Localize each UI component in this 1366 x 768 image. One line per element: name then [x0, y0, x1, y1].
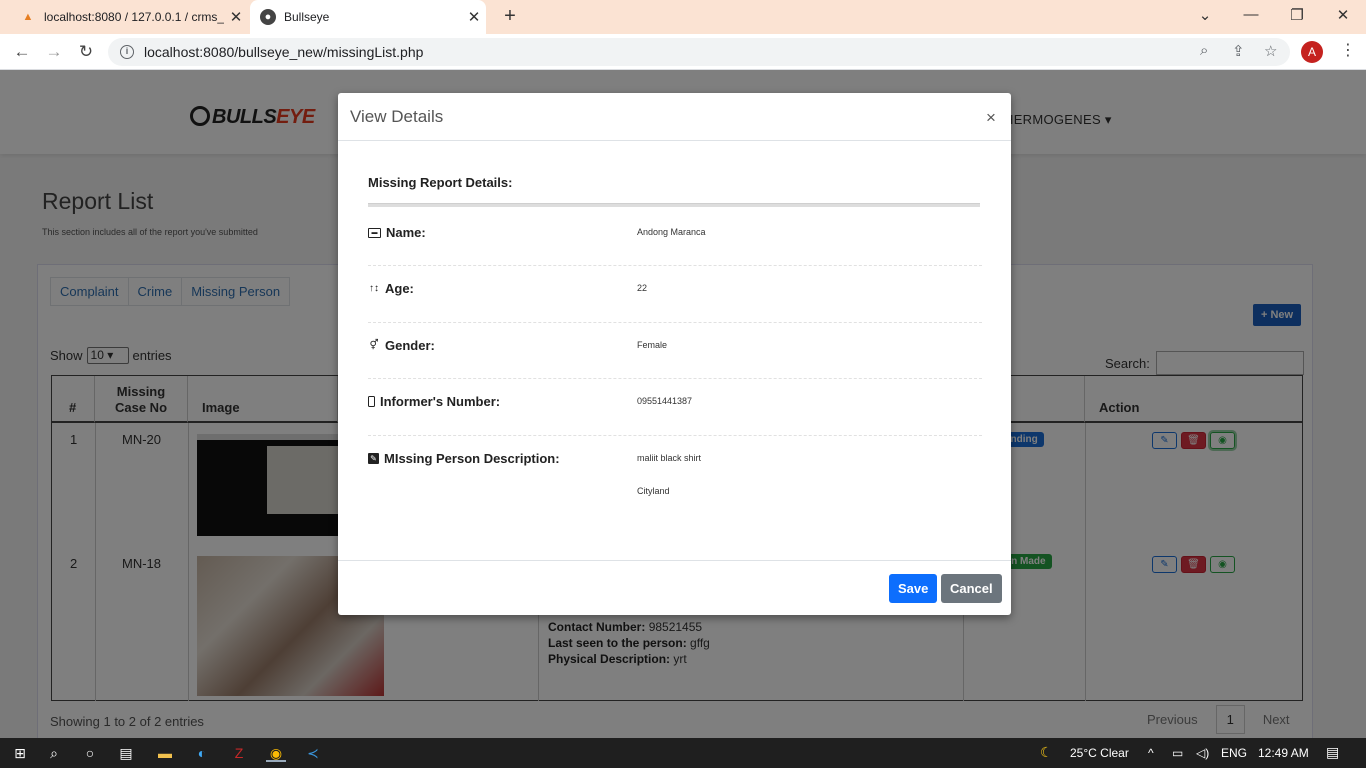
- detail-value: maliit black shirt: [637, 453, 702, 463]
- detail-value: 22: [637, 283, 648, 293]
- detail-value: Female: [637, 340, 668, 350]
- detail-row-gender: ⚥ Gender: Female: [368, 338, 982, 379]
- windows-taskbar: ⊞ ⌕ ○ ▤ ▬ ◐ Z ◉ ≺ ☾ 25°C Clear ^ ▭ ◁) EN…: [0, 738, 1366, 768]
- section-title: Missing Report Details:: [368, 175, 513, 190]
- battery-icon[interactable]: ▭: [1172, 746, 1183, 760]
- cancel-button[interactable]: Cancel: [941, 574, 1002, 603]
- windows-start-icon[interactable]: ⊞: [10, 744, 30, 762]
- new-tab-button[interactable]: +: [498, 5, 522, 28]
- detail-row-description: ✎ MIssing Person Description: maliit blac…: [368, 451, 982, 511]
- tab-title: Bullseye: [284, 10, 330, 24]
- maximize-button[interactable]: ❐: [1282, 6, 1312, 24]
- modal-title: View Details: [350, 107, 444, 126]
- close-icon[interactable]: ✕: [462, 8, 486, 26]
- detail-value: 09551441387: [637, 396, 693, 406]
- view-details-modal: View Details × Missing Report Details: ▬…: [338, 93, 1011, 615]
- file-explorer-icon[interactable]: ▬: [155, 744, 175, 762]
- sort-numeric-icon: ↑↕: [369, 282, 379, 294]
- detail-row-age: ↑↕ Age: 22: [368, 281, 982, 323]
- browser-toolbar: ← → ↻ i localhost:8080/bullseye_new/miss…: [0, 34, 1366, 70]
- url-text: localhost:8080/bullseye_new/missingList.…: [144, 44, 424, 60]
- edge-icon[interactable]: ◐: [192, 744, 212, 762]
- volume-icon[interactable]: ◁): [1196, 746, 1209, 760]
- zoom-icon[interactable]: ⌕: [1200, 42, 1208, 59]
- clock[interactable]: 12:49 AM: [1258, 746, 1309, 760]
- detail-row-name: ▬ Name: Andong Maranca: [368, 225, 982, 266]
- notifications-icon[interactable]: ▤: [1326, 744, 1339, 761]
- close-icon[interactable]: ×: [986, 108, 996, 128]
- filezilla-icon[interactable]: Z: [229, 744, 249, 762]
- tab-search-icon[interactable]: ⌄: [1190, 6, 1220, 24]
- globe-icon: ●: [260, 9, 276, 25]
- save-button[interactable]: Save: [889, 574, 938, 603]
- share-icon[interactable]: ⇪: [1232, 42, 1245, 60]
- task-view-icon[interactable]: ▤: [116, 744, 136, 762]
- browser-tab-strip: ▲ localhost:8080 / 127.0.0.1 / crms_ ✕ ●…: [0, 0, 1366, 34]
- venus-mars-icon: ⚥: [369, 339, 379, 351]
- cortana-icon[interactable]: ○: [80, 744, 100, 762]
- back-icon[interactable]: ←: [10, 40, 34, 64]
- id-card-icon: ▬: [368, 227, 381, 238]
- section-divider: [368, 203, 980, 207]
- detail-row-informer-number: Informer's Number: 09551441387: [368, 394, 982, 436]
- detail-value: Andong Maranca: [637, 227, 706, 237]
- tab-title: localhost:8080 / 127.0.0.1 / crms_: [44, 10, 224, 24]
- reload-icon[interactable]: ↻: [74, 40, 98, 64]
- browser-menu-icon[interactable]: ⋮: [1340, 40, 1356, 60]
- info-icon[interactable]: i: [120, 45, 134, 59]
- tray-chevron-icon[interactable]: ^: [1148, 746, 1154, 760]
- weather-text[interactable]: 25°C Clear: [1070, 746, 1129, 760]
- chrome-icon[interactable]: ◉: [266, 744, 286, 762]
- modal-footer: Save Cancel: [338, 560, 1011, 615]
- bookmark-star-icon[interactable]: ☆: [1264, 42, 1277, 60]
- mobile-phone-icon: [368, 396, 375, 407]
- browser-tab-bullseye[interactable]: ● Bullseye ✕: [250, 0, 486, 34]
- vscode-icon[interactable]: ≺: [303, 744, 323, 762]
- moon-icon: ☾: [1040, 744, 1053, 760]
- language-indicator[interactable]: ENG: [1221, 746, 1247, 760]
- modal-header: View Details ×: [338, 93, 1011, 141]
- forward-icon[interactable]: →: [42, 40, 66, 64]
- edit-square-icon: ✎: [368, 453, 379, 464]
- minimize-button[interactable]: —: [1236, 6, 1266, 23]
- close-icon[interactable]: ✕: [224, 8, 248, 26]
- detail-value-location: Cityland: [637, 486, 670, 496]
- address-bar[interactable]: i localhost:8080/bullseye_new/missingLis…: [108, 38, 1290, 66]
- profile-avatar[interactable]: A: [1301, 41, 1323, 63]
- search-icon[interactable]: ⌕: [44, 744, 64, 762]
- window-close-button[interactable]: ✕: [1328, 6, 1358, 24]
- browser-tab-phpmyadmin[interactable]: ▲ localhost:8080 / 127.0.0.1 / crms_ ✕: [0, 0, 248, 34]
- phpmyadmin-icon: ▲: [22, 11, 34, 23]
